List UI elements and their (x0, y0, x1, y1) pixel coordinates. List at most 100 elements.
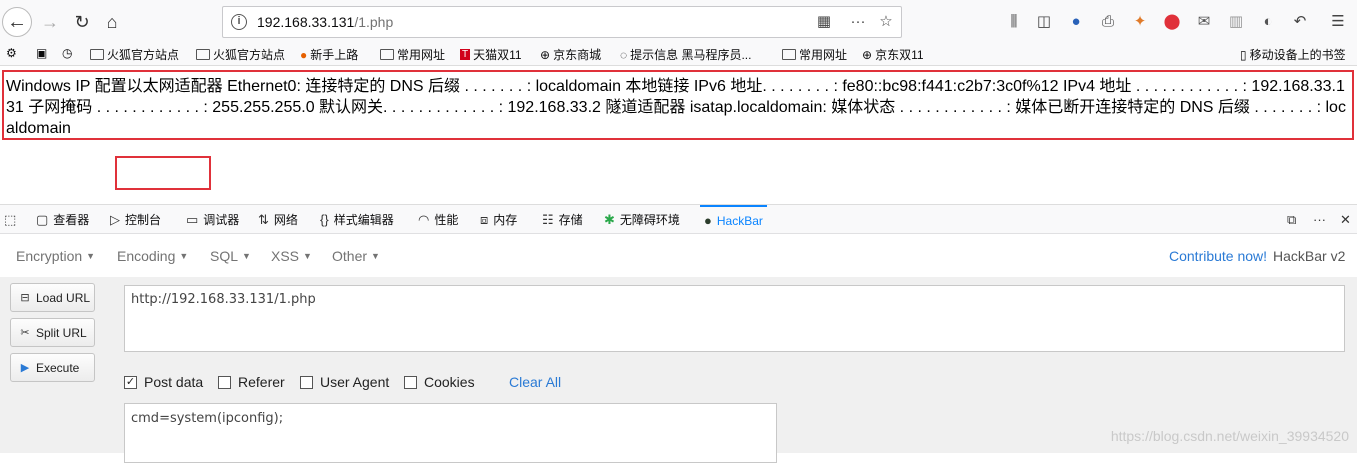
reader-icon[interactable]: ▥ (1226, 12, 1246, 32)
storage-icon: ☷ (542, 212, 554, 228)
network-icon: ⇅ (258, 212, 269, 228)
menu-sql[interactable]: SQL▼ (210, 248, 251, 264)
phone-icon: ▯ (1240, 48, 1247, 62)
tab-debugger[interactable]: ▭调试器 (186, 205, 239, 234)
mobile-bookmarks[interactable]: ▯移动设备上的书签 (1240, 46, 1346, 63)
play-icon: ▶ (17, 361, 33, 375)
more-actions-icon[interactable]: ··· (849, 13, 867, 31)
post-data-highlight (115, 156, 211, 190)
clear-all-link[interactable]: Clear All (509, 374, 561, 390)
contribute-link[interactable]: Contribute now! (1169, 248, 1267, 264)
braces-icon: {} (320, 212, 329, 227)
history-icon[interactable]: ◷ (62, 46, 75, 60)
tab-memory[interactable]: ⧈内存 (480, 205, 517, 234)
navigation-toolbar: ← → ↻ ⌂ i 192.168.33.131/1.php ▦ ··· ☆ ⫼… (0, 0, 1357, 44)
debugger-icon: ▭ (186, 212, 198, 228)
user-agent-checkbox[interactable]: User Agent (300, 374, 389, 390)
caret-down-icon: ▼ (303, 251, 312, 261)
url-textarea[interactable]: http://192.168.33.131/1.php (124, 285, 1345, 352)
split-url-button[interactable]: ✂Split URL (10, 318, 95, 347)
tab-performance[interactable]: ◠性能 (418, 205, 458, 234)
print-icon[interactable]: ⎙ (1098, 12, 1118, 32)
dock-button[interactable]: ⧉ (1287, 205, 1301, 234)
tab-accessibility[interactable]: ✱无障碍环境 (604, 205, 680, 234)
url-bar[interactable]: i 192.168.33.131/1.php ▦ ··· ☆ (222, 6, 902, 38)
menu-encoding[interactable]: Encoding▼ (117, 248, 188, 264)
bookmarks-toolbar: ⚙ ▣ ◷ 火狐官方站点 火狐官方站点 ●新手上路 常用网址 T天猫双11 ⊕京… (0, 44, 1357, 66)
qr-code-icon[interactable]: ▦ (815, 13, 833, 31)
menu-encryption[interactable]: Encryption▼ (16, 248, 95, 264)
checkbox-checked-icon: ✓ (124, 376, 137, 389)
bookmark-item[interactable]: 常用网址 (380, 46, 445, 63)
folder-icon (380, 49, 394, 60)
caret-down-icon: ▼ (371, 251, 380, 261)
chat-icon[interactable]: ✉ (1194, 12, 1214, 32)
gauge-icon: ◠ (418, 212, 429, 228)
tab-console[interactable]: ▷控制台 (110, 205, 161, 234)
close-devtools-button[interactable]: ✕ (1340, 205, 1356, 234)
bookmark-item[interactable]: T天猫双11 (460, 46, 522, 63)
library-icon[interactable]: ⫼ (1004, 12, 1024, 32)
bookmark-item[interactable]: 火狐官方站点 (90, 46, 179, 63)
dock-icon: ⧉ (1287, 212, 1296, 228)
tab-network[interactable]: ⇅网络 (258, 205, 298, 234)
extension-2-icon[interactable]: ◐ (1258, 12, 1278, 32)
scissors-icon: ✂ (17, 326, 33, 340)
globe-icon: ⊕ (540, 48, 550, 62)
folder-icon (782, 49, 796, 60)
location-icon[interactable]: ⬤ (1162, 12, 1182, 32)
execute-button[interactable]: ▶Execute (10, 353, 95, 382)
back-button[interactable]: ← (2, 7, 32, 37)
bookmark-item[interactable]: ●新手上路 (300, 46, 358, 63)
tab-hackbar[interactable]: ●HackBar (700, 205, 767, 234)
bookmark-item[interactable]: ◌提示信息 黑马程序员... (620, 46, 751, 63)
bookmark-item[interactable]: 火狐官方站点 (196, 46, 285, 63)
devtools-tabbar: ⬚ ▢查看器 ▷控制台 ▭调试器 ⇅网络 {}样式编辑器 ◠性能 ⧈内存 ☷存储… (0, 205, 1357, 234)
hackbar-body: ⊟Load URL ✂Split URL ▶Execute http://192… (0, 277, 1357, 453)
command-output: Windows IP 配置以太网适配器 Ethernet0: 连接特定的 DNS… (2, 70, 1354, 140)
caret-down-icon: ▼ (86, 251, 95, 261)
post-data-textarea[interactable]: cmd=system(ipconfig); (124, 403, 777, 463)
reload-button[interactable]: ↻ (68, 8, 96, 36)
bookmark-item[interactable]: 常用网址 (782, 46, 847, 63)
options-button[interactable]: ··· (1313, 205, 1331, 234)
tab-style-editor[interactable]: {}样式编辑器 (320, 205, 394, 234)
screenshot-icon[interactable]: ▣ (36, 46, 50, 60)
home-button[interactable]: ⌂ (98, 8, 126, 36)
menu-icon[interactable]: ☰ (1328, 12, 1348, 32)
menu-other[interactable]: Other▼ (332, 248, 380, 264)
folder-icon (90, 49, 104, 60)
bookmark-star-icon[interactable]: ☆ (877, 13, 895, 31)
hackbar-version: HackBar v2 (1273, 248, 1345, 264)
console-icon: ▷ (110, 212, 120, 228)
cookies-checkbox[interactable]: Cookies (404, 374, 475, 390)
reload-icon: ↻ (74, 12, 89, 33)
close-icon: ✕ (1340, 212, 1351, 228)
caret-down-icon: ▼ (242, 251, 251, 261)
bookmark-item[interactable]: ⊕京东商城 (540, 46, 601, 63)
info-icon[interactable]: i (231, 14, 247, 30)
checkbox-icon (300, 376, 313, 389)
bookmark-item[interactable]: ⊕京东双11 (862, 46, 924, 63)
element-picker-button[interactable]: ⬚ (4, 205, 21, 234)
load-url-button[interactable]: ⊟Load URL (10, 283, 95, 312)
arrow-right-icon: → (41, 12, 59, 33)
undo-icon[interactable]: ↶ (1290, 12, 1310, 32)
settings-icon[interactable]: ⚙ (6, 46, 20, 60)
url-text[interactable]: 192.168.33.131/1.php (257, 14, 393, 30)
url-host: 192.168.33.131 (257, 14, 354, 30)
menu-xss[interactable]: XSS▼ (271, 248, 312, 264)
forward-button[interactable]: → (36, 8, 64, 36)
sidebar-icon[interactable]: ◫ (1034, 12, 1054, 32)
extension-icon[interactable]: ✦ (1130, 12, 1150, 32)
tmall-icon: T (460, 49, 470, 60)
referer-checkbox[interactable]: Referer (218, 374, 285, 390)
page-icon: ◌ (620, 48, 627, 62)
home-icon: ⌂ (107, 12, 118, 33)
account-icon[interactable]: ● (1066, 12, 1086, 32)
tab-inspector[interactable]: ▢查看器 (36, 205, 89, 234)
memory-icon: ⧈ (480, 212, 488, 228)
tab-storage[interactable]: ☷存储 (542, 205, 583, 234)
inspector-icon: ▢ (36, 212, 48, 228)
post-data-checkbox[interactable]: ✓Post data (124, 374, 203, 390)
